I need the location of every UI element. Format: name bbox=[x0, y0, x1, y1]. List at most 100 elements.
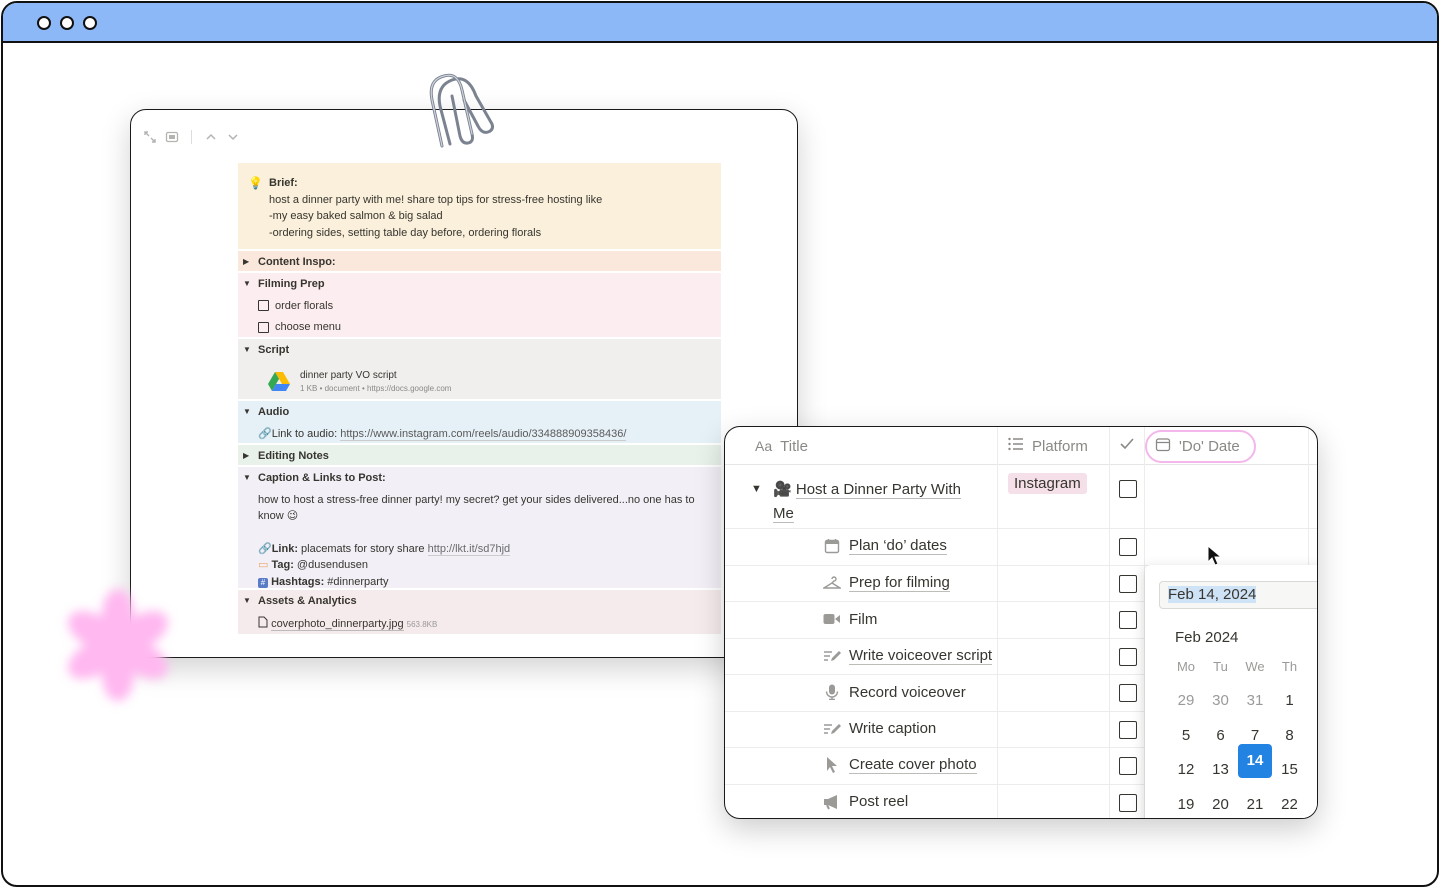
row-checkbox[interactable] bbox=[1119, 647, 1137, 666]
toggle-expanded-icon[interactable]: ▼ bbox=[243, 593, 251, 610]
calendar-day[interactable]: 19 bbox=[1169, 796, 1203, 813]
row-title[interactable]: Film bbox=[849, 611, 877, 628]
toggle-expanded-icon[interactable]: ▼ bbox=[243, 470, 251, 487]
row-checkbox[interactable] bbox=[1119, 574, 1137, 593]
megaphone-icon bbox=[823, 793, 841, 811]
calendar-day[interactable]: 21 bbox=[1238, 796, 1272, 813]
date-input[interactable]: Feb 14, 2024 bbox=[1159, 581, 1317, 609]
text-property-icon: Aa bbox=[755, 438, 773, 454]
calendar-day[interactable]: 1 bbox=[1273, 692, 1307, 709]
browser-title-bar bbox=[3, 3, 1437, 43]
table-row[interactable]: Plan ‘do’ dates bbox=[725, 529, 1317, 566]
row-title[interactable]: Write voiceover script bbox=[849, 647, 993, 665]
toggle-expanded-icon[interactable]: ▼ bbox=[243, 404, 251, 421]
calendar-day[interactable]: 20 bbox=[1204, 796, 1238, 813]
row-checkbox[interactable] bbox=[1119, 757, 1137, 775]
brief-callout: 💡 Brief: host a dinner party with me! sh… bbox=[238, 163, 721, 249]
toggle-audio[interactable]: ▼ Audio 🔗Link to audio: https://www.inst… bbox=[238, 401, 721, 443]
row-checkbox[interactable] bbox=[1119, 480, 1137, 498]
lightbulb-icon: 💡 bbox=[248, 176, 263, 190]
todo-item[interactable]: choose menu bbox=[258, 319, 713, 336]
row-title[interactable]: 🎥 Host a Dinner Party With Me bbox=[773, 478, 993, 526]
calendar-day[interactable]: 31 bbox=[1238, 692, 1272, 709]
sidepeek-icon[interactable] bbox=[165, 130, 179, 144]
calendar-day[interactable]: 7 bbox=[1238, 727, 1272, 744]
hanger-icon bbox=[823, 574, 841, 592]
row-checkbox[interactable] bbox=[1119, 684, 1137, 702]
toggle-filming-prep[interactable]: ▼ Filming Prep order florals choose menu bbox=[238, 273, 721, 337]
todo-item[interactable]: order florals bbox=[258, 298, 713, 315]
row-title[interactable]: Record voiceover bbox=[849, 684, 966, 701]
calendar-day[interactable]: 8 bbox=[1273, 727, 1307, 744]
row-title[interactable]: Post reel bbox=[849, 793, 908, 810]
calendar-day[interactable]: 13 bbox=[1204, 761, 1238, 778]
caption-text: how to host a stress-free dinner party! … bbox=[258, 493, 695, 506]
toggle-content-inspo[interactable]: ▶ Content Inspo: bbox=[238, 251, 721, 271]
caption-text: know 😉 bbox=[258, 510, 299, 522]
window-maximize-dot[interactable] bbox=[83, 16, 97, 30]
brief-line: host a dinner party with me! share top t… bbox=[269, 193, 603, 206]
weekday-label: Mo bbox=[1176, 659, 1196, 674]
linktree-link[interactable]: http://lkt.it/sd7hjd bbox=[427, 542, 511, 556]
row-checkbox[interactable] bbox=[1119, 720, 1137, 739]
platform-tag[interactable]: Instagram bbox=[1008, 473, 1087, 494]
calendar-day[interactable]: 15 bbox=[1273, 761, 1307, 778]
chevron-down-icon[interactable] bbox=[226, 130, 240, 144]
window-minimize-dot[interactable] bbox=[60, 16, 74, 30]
row-checkbox[interactable] bbox=[1119, 793, 1137, 812]
database-table-card: Aa Title Platform 'Do' Date ▼ 🎥 Host a D… bbox=[724, 426, 1318, 819]
toggle-collapsed-icon[interactable]: ▶ bbox=[243, 254, 249, 271]
row-title[interactable]: Create cover photo bbox=[849, 756, 977, 774]
toggle-editing-notes[interactable]: ▶ Editing Notes bbox=[238, 445, 721, 465]
calendar-day[interactable]: 22 bbox=[1273, 796, 1307, 813]
row-checkbox[interactable] bbox=[1119, 611, 1137, 629]
google-drive-icon bbox=[268, 372, 290, 391]
checkmark-icon bbox=[1119, 437, 1135, 455]
list-icon bbox=[1008, 437, 1024, 455]
calendar-day[interactable]: 6 bbox=[1204, 727, 1238, 744]
row-title[interactable]: Plan ‘do’ dates bbox=[849, 537, 947, 555]
calendar-day[interactable]: 12 bbox=[1169, 761, 1203, 778]
video-camera-icon bbox=[823, 610, 841, 628]
calendar-day-selected[interactable]: 14 bbox=[1238, 744, 1272, 778]
todo-checkbox[interactable] bbox=[258, 321, 269, 333]
brief-line: -my easy baked salmon & big salad bbox=[269, 210, 443, 222]
toggle-assets[interactable]: ▼ Assets & Analytics coverphoto_dinnerpa… bbox=[238, 590, 721, 634]
toggle-expanded-icon[interactable]: ▼ bbox=[243, 342, 251, 359]
column-checkbox-header[interactable] bbox=[1119, 427, 1135, 465]
toggle-caption[interactable]: ▼ Caption & Links to Post: how to host a… bbox=[238, 467, 721, 588]
brief-title: Brief: bbox=[269, 177, 298, 189]
expand-icon[interactable] bbox=[143, 130, 157, 144]
paperclip-icon bbox=[429, 73, 494, 148]
page-toolbar bbox=[143, 130, 240, 144]
highlight-ring bbox=[1145, 430, 1256, 463]
google-drive-file[interactable]: dinner party VO script 1 KB • document •… bbox=[268, 369, 713, 394]
toggle-collapsed-icon[interactable]: ▶ bbox=[243, 448, 249, 465]
asset-file[interactable]: coverphoto_dinnerparty.jpg 563.8KB bbox=[258, 616, 713, 634]
flower-decoration-icon bbox=[68, 589, 168, 701]
column-title-header[interactable]: Aa Title bbox=[755, 427, 808, 465]
column-platform-header[interactable]: Platform bbox=[1008, 427, 1088, 465]
table-row[interactable]: ▼ 🎥 Host a Dinner Party With Me Instagra… bbox=[725, 465, 1317, 529]
calendar-day[interactable]: 5 bbox=[1169, 727, 1203, 744]
movie-camera-icon: 🎥 bbox=[773, 481, 792, 498]
calendar-icon bbox=[823, 537, 841, 555]
chevron-up-icon[interactable] bbox=[204, 130, 218, 144]
calendar-day[interactable]: 30 bbox=[1204, 692, 1238, 709]
toggle-expanded-icon[interactable]: ▼ bbox=[243, 276, 251, 293]
date-picker-popover: Feb 14, 2024 Feb 2024 Mo Tu We Th 29 30 … bbox=[1145, 565, 1317, 818]
weekday-label: We bbox=[1245, 659, 1265, 674]
row-checkbox[interactable] bbox=[1119, 538, 1137, 556]
audio-url-link[interactable]: https://www.instagram.com/reels/audio/33… bbox=[340, 427, 627, 441]
tag-label-icon: ▭ bbox=[258, 559, 269, 571]
calendar-day[interactable]: 29 bbox=[1169, 692, 1203, 709]
mouse-pointer-icon bbox=[1207, 545, 1223, 566]
brief-line: -ordering sides, setting table day befor… bbox=[269, 226, 542, 239]
page-content: 💡 Brief: host a dinner party with me! sh… bbox=[238, 163, 721, 634]
todo-checkbox[interactable] bbox=[258, 300, 269, 312]
row-title[interactable]: Write caption bbox=[849, 720, 936, 737]
toggle-expanded-icon[interactable]: ▼ bbox=[751, 483, 762, 495]
window-close-dot[interactable] bbox=[37, 16, 51, 30]
toggle-script[interactable]: ▼ Script dinner party VO script 1 KB • d… bbox=[238, 339, 721, 399]
row-title[interactable]: Prep for filming bbox=[849, 574, 950, 592]
